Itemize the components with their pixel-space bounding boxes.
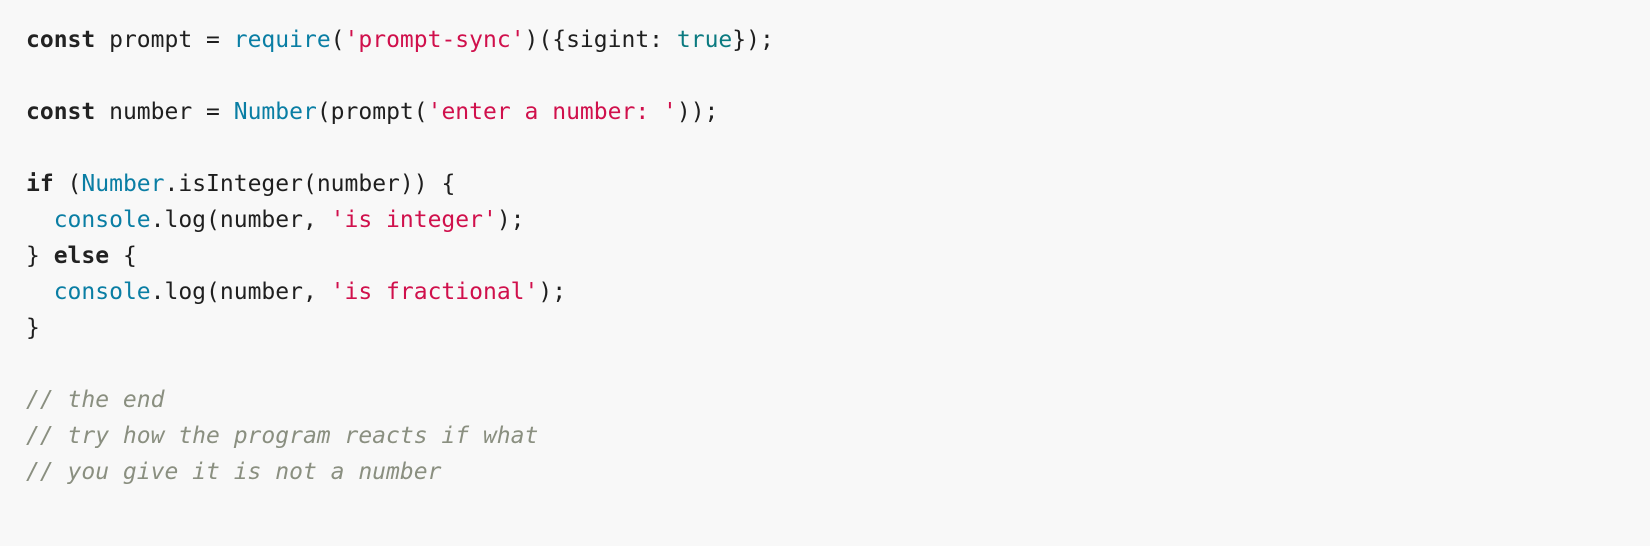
string-literal: 'is fractional' [330,279,539,305]
comment-line: // try how the program reacts if what [26,423,539,449]
builtin-require: require [233,27,331,53]
string-literal: 'enter a number: ' [427,99,677,125]
code-line-5: if (Number.isInteger(number)) { [26,166,1650,202]
code-text: ( [330,27,345,53]
builtin-console: console [53,279,151,305]
code-line-2-blank [26,58,1650,94]
code-text: { [109,243,137,269]
code-text: )); [676,99,719,125]
code-block: const prompt = require('prompt-sync')({s… [0,0,1650,546]
code-text: ); [496,207,525,233]
comment-line: // the end [26,387,165,413]
boolean-literal: true [676,27,733,53]
code-text: number = [95,99,234,125]
code-line-3: const number = Number(prompt('enter a nu… [26,94,1650,130]
code-text: } [26,243,54,269]
code-line-9: } [26,310,1650,346]
builtin-number: Number [81,171,165,197]
code-text: } [26,315,40,341]
code-text: prompt = [95,27,234,53]
code-line-10-blank [26,346,1650,382]
code-line-7: } else { [26,238,1650,274]
keyword-else: else [53,243,110,269]
string-literal: 'prompt-sync' [344,27,525,53]
code-text: .log(number, [150,279,331,305]
keyword-const: const [26,99,96,125]
comment-line: // you give it is not a number [26,459,442,485]
code-text: ); [538,279,567,305]
keyword-const: const [26,27,96,53]
code-text: (prompt( [316,99,428,125]
code-text: )({sigint: [524,27,677,53]
builtin-number: Number [233,99,317,125]
keyword-if: if [26,171,54,197]
builtin-console: console [53,207,151,233]
code-text: ( [53,171,82,197]
code-line-6: console.log(number, 'is integer'); [26,202,1650,238]
code-text: .log(number, [150,207,331,233]
string-literal: 'is integer' [330,207,497,233]
code-text: }); [732,27,774,53]
code-text: .isInteger(number)) { [164,171,456,197]
code-line-4-blank [26,130,1650,166]
code-line-8: console.log(number, 'is fractional'); [26,274,1650,310]
code-line-1: const prompt = require('prompt-sync')({s… [26,22,1650,58]
